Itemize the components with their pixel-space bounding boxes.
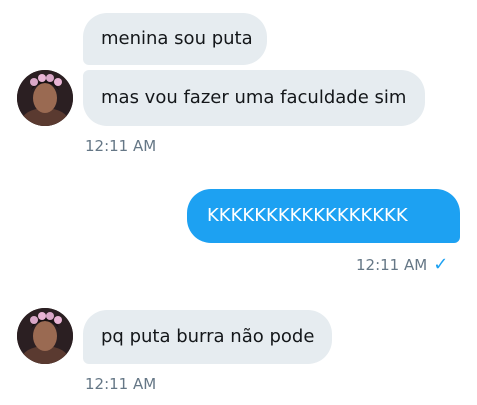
message-text: menina sou puta <box>101 28 253 49</box>
avatar[interactable] <box>17 70 73 126</box>
message-bubble-incoming[interactable]: menina sou puta <box>83 13 267 65</box>
message-bubble-outgoing[interactable]: KKKKKKKKKKKKKKKKK <box>187 189 460 243</box>
message-text: pq puta burra não pode <box>101 326 315 347</box>
message-bubble-incoming[interactable]: mas vou fazer uma faculdade sim <box>83 70 425 126</box>
message-bubble-incoming[interactable]: pq puta burra não pode <box>83 310 332 364</box>
message-timestamp: 12:11 AM ✓ <box>356 254 449 275</box>
message-timestamp: 12:11 AM <box>85 375 157 393</box>
avatar[interactable] <box>17 308 73 364</box>
message-timestamp: 12:11 AM <box>85 137 157 155</box>
message-text: mas vou fazer uma faculdade sim <box>101 87 407 108</box>
check-icon: ✓ <box>433 254 449 275</box>
profile-photo <box>17 70 73 126</box>
profile-photo <box>17 308 73 364</box>
message-text: KKKKKKKKKKKKKKKKK <box>207 205 408 226</box>
